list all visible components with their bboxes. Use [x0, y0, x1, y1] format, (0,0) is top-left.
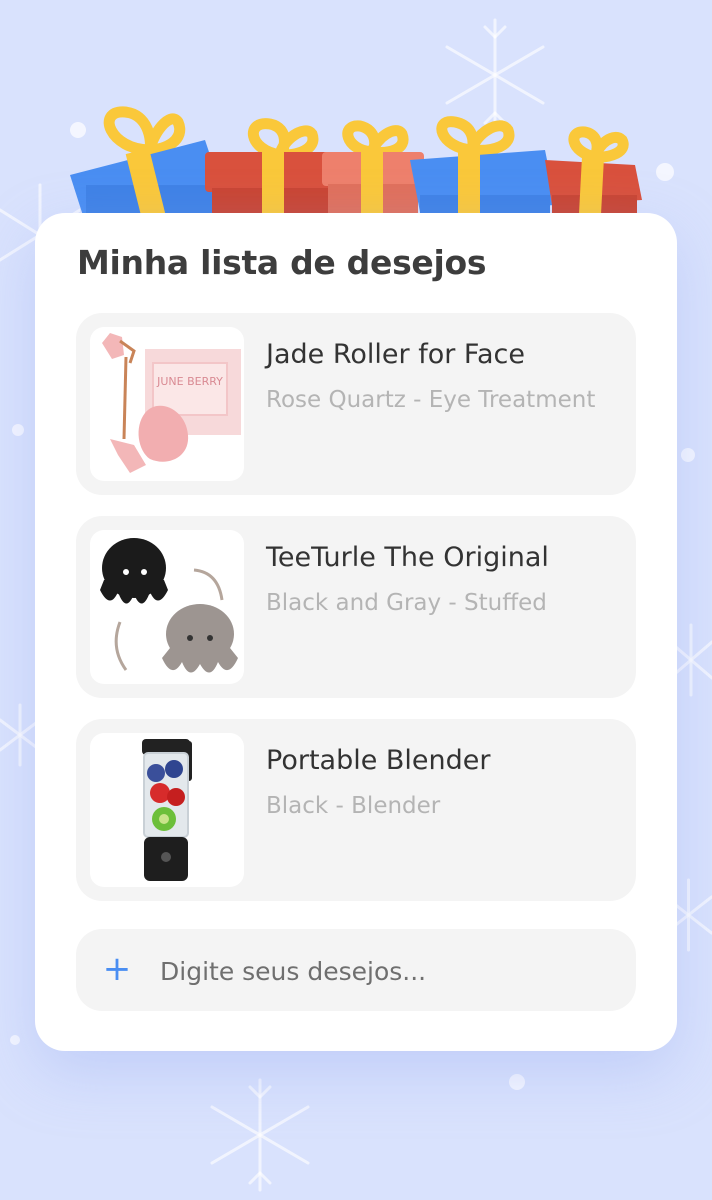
wishlist-item[interactable]: Portable Blender Black - Blender [76, 719, 636, 901]
jade-roller-image: JUNE BERRY [90, 327, 244, 481]
wishlist-title: Minha lista de desejos [77, 243, 487, 282]
item-subtitle: Black - Blender [266, 793, 441, 819]
portable-blender-image [90, 733, 244, 887]
gift-boxes-illustration [70, 106, 642, 230]
item-name: TeeTurle The Original [266, 542, 549, 573]
wish-input[interactable] [158, 947, 602, 995]
wishlist-card: Minha lista de desejos JUNE BERRY Jade R… [35, 213, 677, 1051]
item-name: Portable Blender [266, 745, 491, 776]
box-logo-text: JUNE BERRY [156, 375, 223, 388]
plus-icon[interactable]: + [102, 948, 132, 990]
wishlist-item[interactable]: TeeTurle The Original Black and Gray - S… [76, 516, 636, 698]
wishlist-item[interactable]: JUNE BERRY Jade Roller for Face Rose Qua… [76, 313, 636, 495]
add-wish-row[interactable]: + [76, 929, 636, 1011]
item-name: Jade Roller for Face [266, 339, 525, 370]
octopus-plush-image [90, 530, 244, 684]
item-subtitle: Rose Quartz - Eye Treatment [266, 387, 596, 413]
item-subtitle: Black and Gray - Stuffed [266, 590, 547, 616]
